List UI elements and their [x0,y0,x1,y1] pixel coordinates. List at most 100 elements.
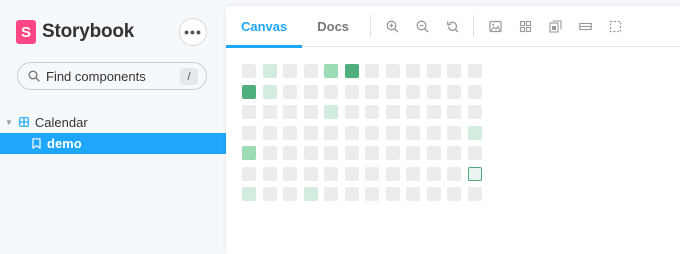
calendar-day[interactable] [427,126,441,140]
calendar-day[interactable] [345,85,359,99]
calendar-day[interactable] [283,126,297,140]
calendar-day[interactable] [386,146,400,160]
calendar-day[interactable] [324,85,338,99]
zoom-reset-button[interactable] [439,6,465,47]
calendar-day[interactable] [427,167,441,181]
tree-story-demo[interactable]: demo [0,133,226,154]
calendar-day[interactable] [427,85,441,99]
calendar-day[interactable] [447,126,461,140]
calendar-day[interactable] [427,187,441,201]
calendar-day[interactable] [468,105,482,119]
calendar-day[interactable] [345,187,359,201]
calendar-day[interactable] [242,105,256,119]
calendar-day[interactable] [427,64,441,78]
calendar-day[interactable] [283,85,297,99]
calendar-day[interactable] [468,126,482,140]
calendar-day[interactable] [447,64,461,78]
calendar-day[interactable] [283,146,297,160]
outline-button[interactable] [602,6,628,47]
tab-canvas[interactable]: Canvas [226,6,303,48]
calendar-day[interactable] [304,85,318,99]
calendar-day[interactable] [406,85,420,99]
calendar-day[interactable] [345,64,359,78]
calendar-day[interactable] [447,105,461,119]
calendar-day[interactable] [406,187,420,201]
calendar-day[interactable] [324,187,338,201]
viewport-button[interactable] [542,6,568,47]
calendar-day[interactable] [283,105,297,119]
calendar-day[interactable] [283,187,297,201]
calendar-day[interactable] [365,105,379,119]
calendar-day[interactable] [304,64,318,78]
calendar-day[interactable] [447,146,461,160]
calendar-day[interactable] [386,187,400,201]
calendar-day[interactable] [324,146,338,160]
calendar-day[interactable] [386,85,400,99]
calendar-day[interactable] [263,146,277,160]
calendar-day[interactable] [345,167,359,181]
calendar-day[interactable] [263,64,277,78]
calendar-day[interactable] [365,126,379,140]
calendar-day[interactable] [345,146,359,160]
calendar-day[interactable] [406,64,420,78]
calendar-day[interactable] [427,146,441,160]
calendar-day[interactable] [406,105,420,119]
calendar-day[interactable] [468,146,482,160]
calendar-day[interactable] [365,64,379,78]
calendar-day[interactable] [386,126,400,140]
calendar-day[interactable] [447,167,461,181]
tab-docs[interactable]: Docs [302,6,364,47]
calendar-day[interactable] [304,105,318,119]
calendar-day[interactable] [345,126,359,140]
search-box[interactable]: / [17,62,207,90]
calendar-day[interactable] [242,167,256,181]
calendar-day[interactable] [242,146,256,160]
measure-button[interactable] [572,6,598,47]
calendar-day[interactable] [283,167,297,181]
search-input[interactable] [46,68,176,84]
calendar-day[interactable] [468,187,482,201]
zoom-out-button[interactable] [409,6,435,47]
zoom-in-button[interactable] [379,6,405,47]
calendar-day[interactable] [242,64,256,78]
calendar-day[interactable] [447,187,461,201]
calendar-day[interactable] [386,105,400,119]
calendar-day[interactable] [263,187,277,201]
calendar-day[interactable] [406,146,420,160]
calendar-day[interactable] [283,64,297,78]
calendar-day[interactable] [304,167,318,181]
calendar-day[interactable] [386,64,400,78]
tree-component-calendar[interactable]: ▼ Calendar [0,112,226,132]
calendar-day[interactable] [365,85,379,99]
calendar-day[interactable] [365,187,379,201]
calendar-day[interactable] [263,167,277,181]
calendar-day[interactable] [468,64,482,78]
calendar-day[interactable] [304,187,318,201]
calendar-day[interactable] [386,167,400,181]
grid-button[interactable] [512,6,538,47]
calendar-day[interactable] [263,85,277,99]
calendar-day[interactable] [406,167,420,181]
calendar-day[interactable] [242,85,256,99]
calendar-day[interactable] [447,85,461,99]
calendar-day[interactable] [365,146,379,160]
calendar-day[interactable] [263,105,277,119]
calendar-day[interactable] [324,105,338,119]
sidebar-menu-button[interactable]: ••• [179,18,207,46]
calendar-day[interactable] [304,126,318,140]
calendar-day[interactable] [304,146,318,160]
calendar-day[interactable] [242,126,256,140]
calendar-day-selected[interactable] [468,167,482,181]
calendar-day[interactable] [427,105,441,119]
background-button[interactable] [482,6,508,47]
calendar-day[interactable] [345,105,359,119]
calendar-day[interactable] [406,126,420,140]
calendar-day[interactable] [324,126,338,140]
calendar-day[interactable] [365,167,379,181]
calendar-day[interactable] [263,126,277,140]
calendar-day[interactable] [468,85,482,99]
calendar-day[interactable] [242,187,256,201]
calendar-day[interactable] [324,64,338,78]
calendar-day[interactable] [324,167,338,181]
storybook-brand[interactable]: S Storybook [16,20,134,44]
